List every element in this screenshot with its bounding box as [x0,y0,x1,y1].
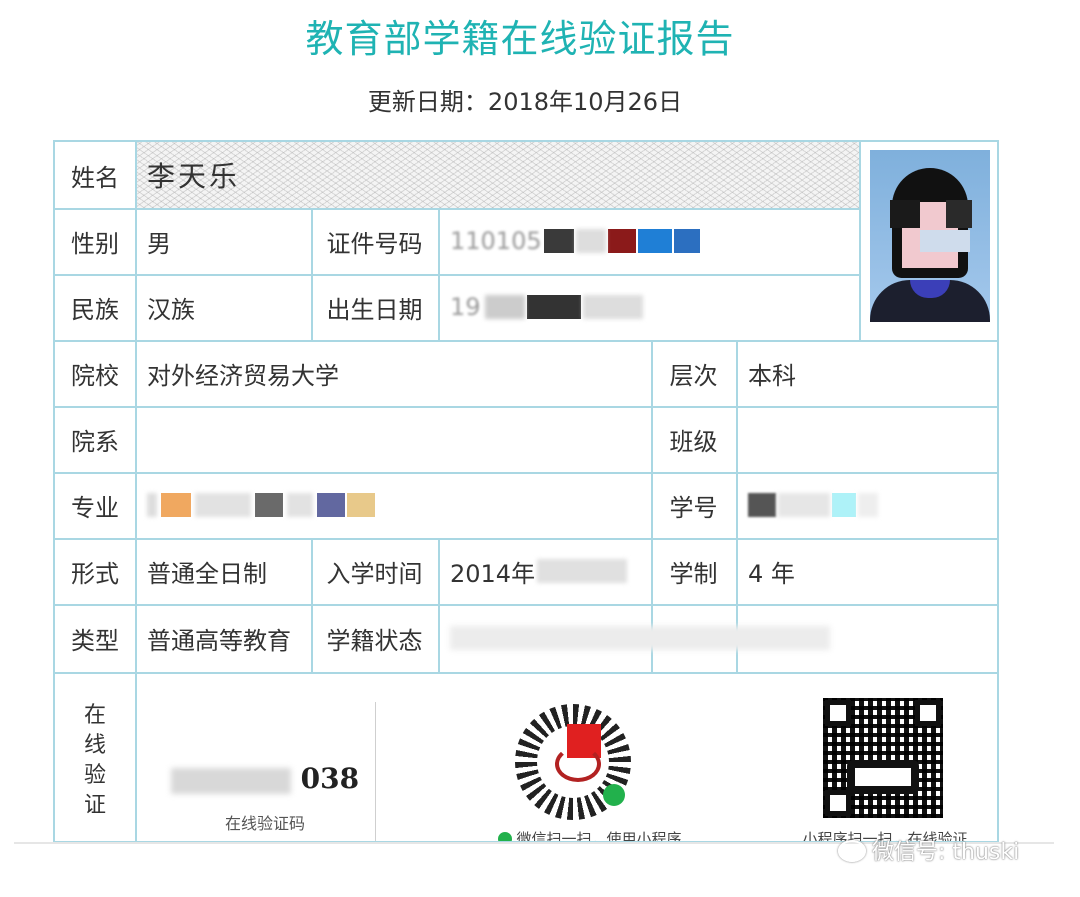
verify-char: 在 [83,703,106,728]
redaction-block [607,229,636,253]
verify-vertical-label: 在 线 验 证 [55,676,135,841]
id-value-text: 110105 [450,227,542,255]
name-value: 李天乐 [147,160,241,193]
redaction-block [673,229,700,253]
redaction-block [637,229,672,253]
verify-char: 验 [83,763,106,788]
wechat-watermark-icon [838,840,866,862]
redaction-block [778,493,830,517]
mini-program-qr [515,704,631,820]
id-value: 110105 [438,208,870,274]
form-value: 普通全日制 [147,559,267,588]
verification-code-caption: 在线验证码 [224,814,305,833]
redaction-block [575,229,606,253]
duration-label: 学制 [669,559,718,588]
report-title: 教育部学籍在线验证报告 [305,17,735,61]
student-record-card: 姓名 李天乐 性别 男 证件号码 110105 民族 汉族 出生日期 19 院校… [53,140,999,843]
gender-label: 性别 [71,229,119,258]
school-label: 院校 [71,361,119,390]
redaction-block [287,493,313,517]
redaction-block [543,229,574,253]
redaction-block [526,295,581,319]
major-label: 专业 [71,493,119,522]
class-value [736,406,997,472]
type-value: 普通高等教育 [147,626,291,655]
redaction-block [347,493,375,517]
redaction-block [195,493,251,517]
form-label: 形式 [71,559,119,588]
redaction-block [484,295,525,319]
redaction-block [582,295,643,319]
status-value-redacted [438,604,997,672]
status-label: 学籍状态 [326,626,423,655]
enroll-value: 2014年 [438,538,663,604]
enroll-value-text: 2014年 [450,559,536,588]
verify-char: 证 [83,793,106,818]
birth-value-text: 19 [450,293,481,321]
birth-value: 19 [438,274,870,340]
department-value [135,406,663,472]
redaction-block [858,493,878,517]
duration-value: 4 年 [748,559,795,588]
level-label: 层次 [669,361,718,390]
verification-code-text: 038 [300,762,360,795]
student-photo [870,150,990,322]
redaction-block [147,493,157,517]
update-date: 更新日期：2018年10月26日 [367,88,683,116]
redaction-block [748,493,776,517]
gender-value: 男 [147,229,171,258]
redaction-block [170,767,291,794]
watermark-text: 微信号: thuski [872,840,1020,865]
birth-label: 出生日期 [326,295,423,324]
divider [375,702,376,841]
redaction-block [537,559,628,583]
redaction-block [317,493,345,517]
redaction-block [161,493,191,517]
level-value: 本科 [748,361,796,390]
ethnicity-label: 民族 [71,295,119,324]
department-label: 院系 [71,427,119,456]
redaction-block [255,493,283,517]
ethnicity-value: 汉族 [147,295,195,324]
student-no-label: 学号 [669,493,718,522]
school-value: 对外经济贸易大学 [147,361,339,390]
class-label: 班级 [669,427,718,456]
verify-char: 线 [83,733,106,758]
id-label: 证件号码 [326,229,423,258]
mini-program-caption: 微信扫一扫，使用小程序 [475,828,705,841]
student-no-redacted [736,472,997,538]
verification-code: 038 [155,762,375,795]
name-label: 姓名 [71,163,119,192]
major-value-redacted [135,472,663,538]
watermark: 微信号: thuski [838,834,1019,866]
redaction-block [450,626,830,650]
type-label: 类型 [71,626,119,655]
redaction-block [832,493,856,517]
enroll-label: 入学时间 [326,559,423,588]
online-verify-qr [823,698,943,818]
